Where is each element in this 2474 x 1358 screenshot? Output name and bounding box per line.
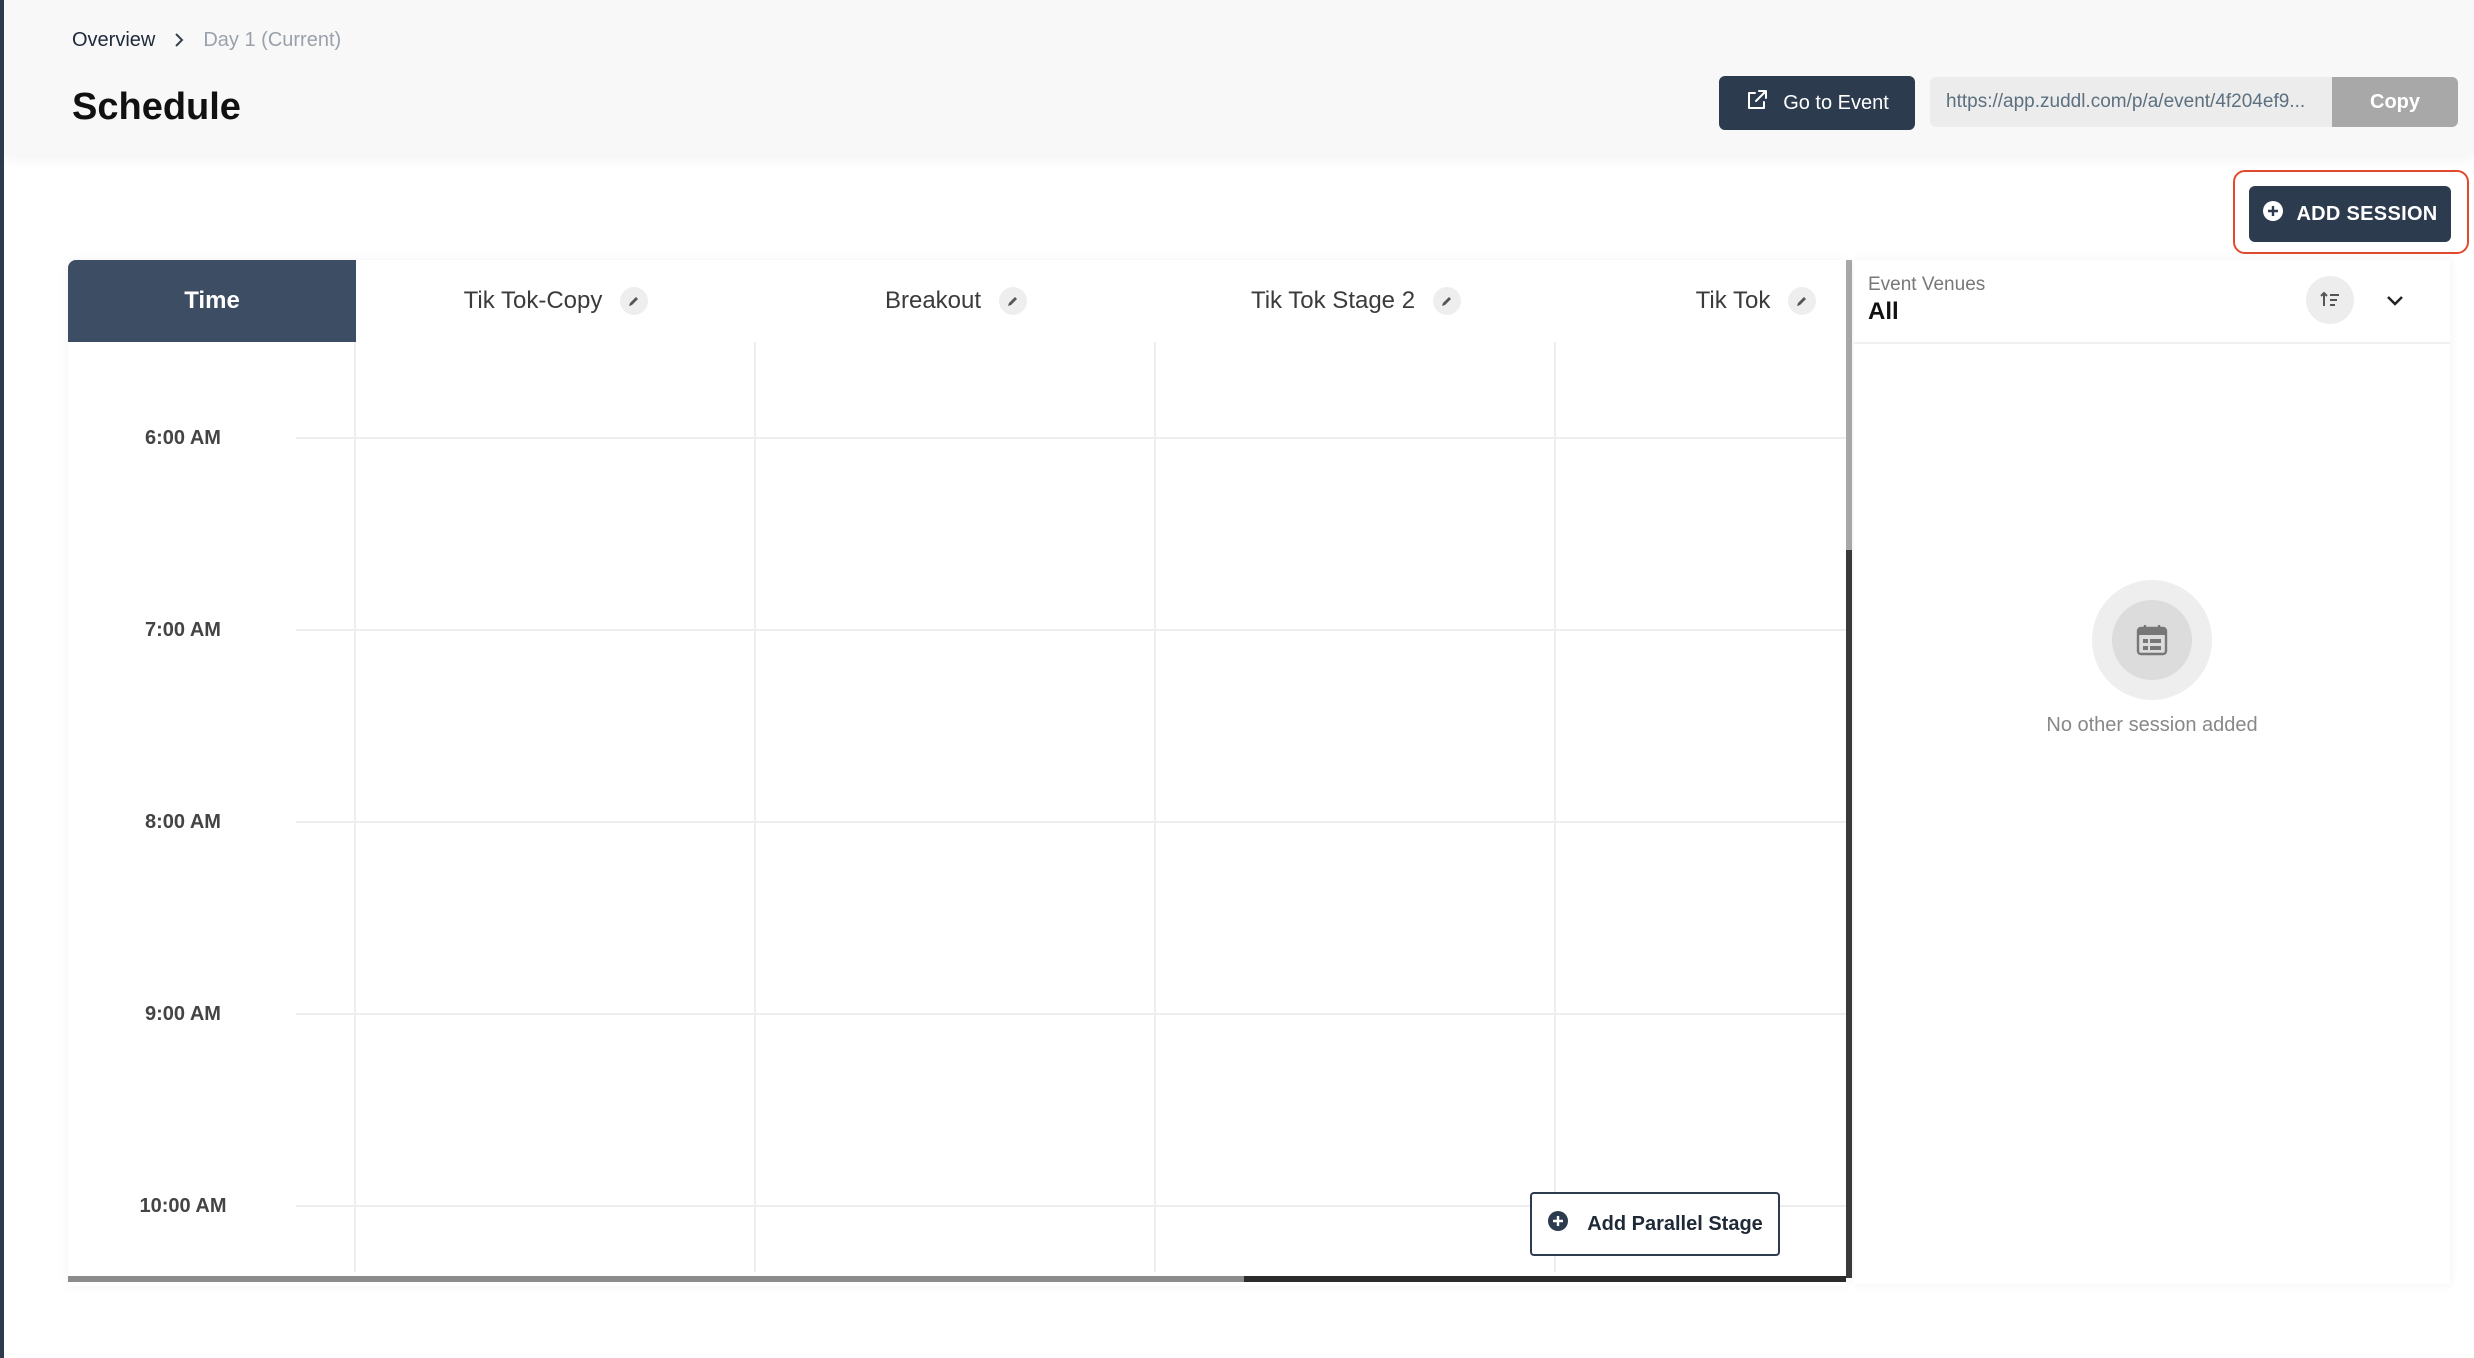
stage-name: Breakout xyxy=(884,287,982,314)
stage-name: Tik Tok-Copy xyxy=(463,287,603,314)
add-parallel-stage-label: Add Parallel Stage xyxy=(1587,1212,1763,1235)
chevron-right-icon xyxy=(173,32,185,48)
go-to-event-button[interactable]: Go to Event xyxy=(1719,76,1915,130)
pencil-icon[interactable] xyxy=(1433,287,1462,315)
horizontal-scrollbar-thumb[interactable] xyxy=(68,1276,1244,1282)
hour-gridline xyxy=(296,629,1846,631)
stage-name: Tik Tok xyxy=(1695,287,1771,314)
page-title: Schedule xyxy=(72,86,241,128)
breadcrumb-current: Day 1 (Current) xyxy=(203,28,342,51)
chevron-down-icon[interactable] xyxy=(2382,288,2408,314)
add-session-label: ADD SESSION xyxy=(2296,202,2438,225)
pencil-icon[interactable] xyxy=(620,287,649,315)
page-header: Overview Day 1 (Current) Schedule Go to … xyxy=(4,0,2474,155)
time-label: 6:00 AM xyxy=(145,427,221,449)
pencil-icon[interactable] xyxy=(999,287,1028,315)
left-rail xyxy=(0,0,4,1358)
column-divider xyxy=(1554,342,1556,1272)
stage-header-tik-tok-copy: Tik Tok-Copy xyxy=(356,260,756,342)
empty-state-illustration xyxy=(2092,580,2212,700)
vertical-scrollbar-thumb[interactable] xyxy=(1846,260,1852,550)
time-column-header: Time xyxy=(68,260,356,342)
copy-url-button[interactable]: Copy xyxy=(2332,77,2458,127)
pencil-icon[interactable] xyxy=(1788,287,1817,315)
plus-circle-icon xyxy=(2262,200,2284,228)
venues-label: Event Venues xyxy=(1868,274,1986,295)
time-label: 7:00 AM xyxy=(145,619,221,641)
schedule-calendar: Time Tik Tok-Copy Breakout Tik Tok Stage… xyxy=(68,260,1846,1286)
add-session-button[interactable]: ADD SESSION xyxy=(2249,186,2451,242)
stage-header-tik-tok: Tik Tok xyxy=(1556,260,1846,342)
time-label: 9:00 AM xyxy=(145,1003,221,1025)
add-parallel-stage-button[interactable]: Add Parallel Stage xyxy=(1530,1192,1780,1256)
column-divider xyxy=(354,342,356,1272)
external-link-icon xyxy=(1745,88,1769,118)
calendar-icon xyxy=(2112,600,2192,680)
stage-header-breakout: Breakout xyxy=(756,260,1156,342)
empty-state-message: No other session added xyxy=(2046,714,2258,736)
time-label: 10:00 AM xyxy=(139,1195,227,1217)
horizontal-scrollbar[interactable] xyxy=(68,1276,1846,1282)
venues-selected: All xyxy=(1868,298,1899,325)
plus-circle-icon xyxy=(1547,1210,1569,1238)
hour-gridline xyxy=(296,437,1846,439)
column-divider xyxy=(1154,342,1156,1272)
hour-gridline xyxy=(296,821,1846,823)
event-venues-panel: Event Venues All No other session added xyxy=(1854,260,2450,1284)
event-url-field[interactable]: https://app.zuddl.com/p/a/event/4f204ef9… xyxy=(1930,77,2332,127)
vertical-scrollbar[interactable] xyxy=(1846,260,1852,1278)
stage-name: Tik Tok Stage 2 xyxy=(1250,287,1416,314)
breadcrumb: Overview Day 1 (Current) xyxy=(72,27,341,53)
time-label: 8:00 AM xyxy=(145,811,221,833)
stage-header-tik-tok-stage-2: Tik Tok Stage 2 xyxy=(1156,260,1556,342)
sort-icon[interactable] xyxy=(2306,276,2354,324)
hour-gridline xyxy=(296,1013,1846,1015)
venues-header[interactable]: Event Venues All xyxy=(1854,260,2450,344)
column-divider xyxy=(754,342,756,1272)
breadcrumb-overview-link[interactable]: Overview xyxy=(72,29,155,52)
go-to-event-label: Go to Event xyxy=(1783,91,1889,114)
